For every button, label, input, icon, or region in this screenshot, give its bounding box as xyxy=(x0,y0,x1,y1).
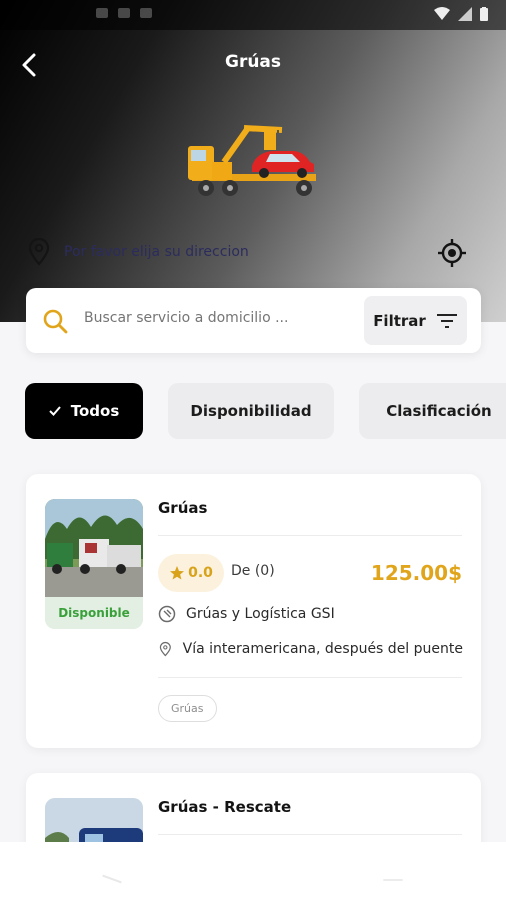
search-icon xyxy=(43,309,68,334)
battery-icon xyxy=(480,7,488,21)
review-count: De (0) xyxy=(231,563,275,579)
bottom-navigation xyxy=(0,842,506,900)
divider xyxy=(158,535,462,536)
location-pin-icon xyxy=(159,641,171,657)
listing-title: Grúas xyxy=(158,499,208,517)
nav-indicator xyxy=(383,879,403,881)
listing-card[interactable]: Disponible Grúas 0.0 De (0) 125.00$ Grúa… xyxy=(26,474,481,748)
address-row: Vía interamericana, después del puente xyxy=(158,640,463,658)
chip-clasificacion-label: Clasificación xyxy=(386,402,492,420)
chip-todos[interactable]: Todos xyxy=(25,383,143,439)
company-row: Grúas y Logística GSI xyxy=(158,605,463,623)
category-tag: Grúas xyxy=(158,695,217,722)
filter-button[interactable]: Filtrar xyxy=(364,296,467,345)
status-badge: Disponible xyxy=(45,597,143,629)
listing-title: Grúas - Rescate xyxy=(158,798,292,816)
chip-disponibilidad[interactable]: Disponibilidad xyxy=(168,383,334,439)
chip-disponibilidad-label: Disponibilidad xyxy=(190,402,312,420)
address: Vía interamericana, después del puente xyxy=(182,641,463,657)
notification-icons xyxy=(96,8,152,18)
page-title: Grúas xyxy=(224,52,282,72)
filter-label: Filtrar xyxy=(373,311,426,330)
tow-truck-illustration xyxy=(188,125,316,196)
filter-chips: Todos Disponibilidad Clasificación xyxy=(25,383,506,439)
rating-value: 0.0 xyxy=(188,565,213,581)
divider xyxy=(158,834,462,835)
divider xyxy=(158,677,462,678)
rating-badge: 0.0 xyxy=(158,554,224,592)
price: 125.00$ xyxy=(370,561,462,585)
location-placeholder: Por favor elija su direccion xyxy=(64,244,249,260)
chip-clasificacion[interactable]: Clasificación xyxy=(359,383,506,439)
search-bar: Filtrar xyxy=(26,288,481,353)
nav-indicator xyxy=(102,874,122,884)
wifi-icon xyxy=(434,7,450,20)
gps-target-icon[interactable] xyxy=(437,238,467,268)
signal-icon xyxy=(458,7,472,21)
check-icon xyxy=(49,406,61,416)
header: Grúas Por favor elija su direccion xyxy=(0,0,506,322)
company-icon xyxy=(158,605,176,623)
listing-thumbnail: Disponible xyxy=(45,499,143,629)
location-selector[interactable]: Por favor elija su direccion xyxy=(28,238,249,266)
chip-todos-label: Todos xyxy=(70,402,120,420)
tow-trucks-photo xyxy=(45,499,143,597)
filter-icon xyxy=(436,313,457,328)
star-icon xyxy=(170,566,185,580)
status-bar xyxy=(0,0,506,30)
search-input[interactable] xyxy=(84,310,334,326)
company-name: Grúas y Logística GSI xyxy=(186,606,335,622)
location-pin-icon xyxy=(28,238,50,266)
